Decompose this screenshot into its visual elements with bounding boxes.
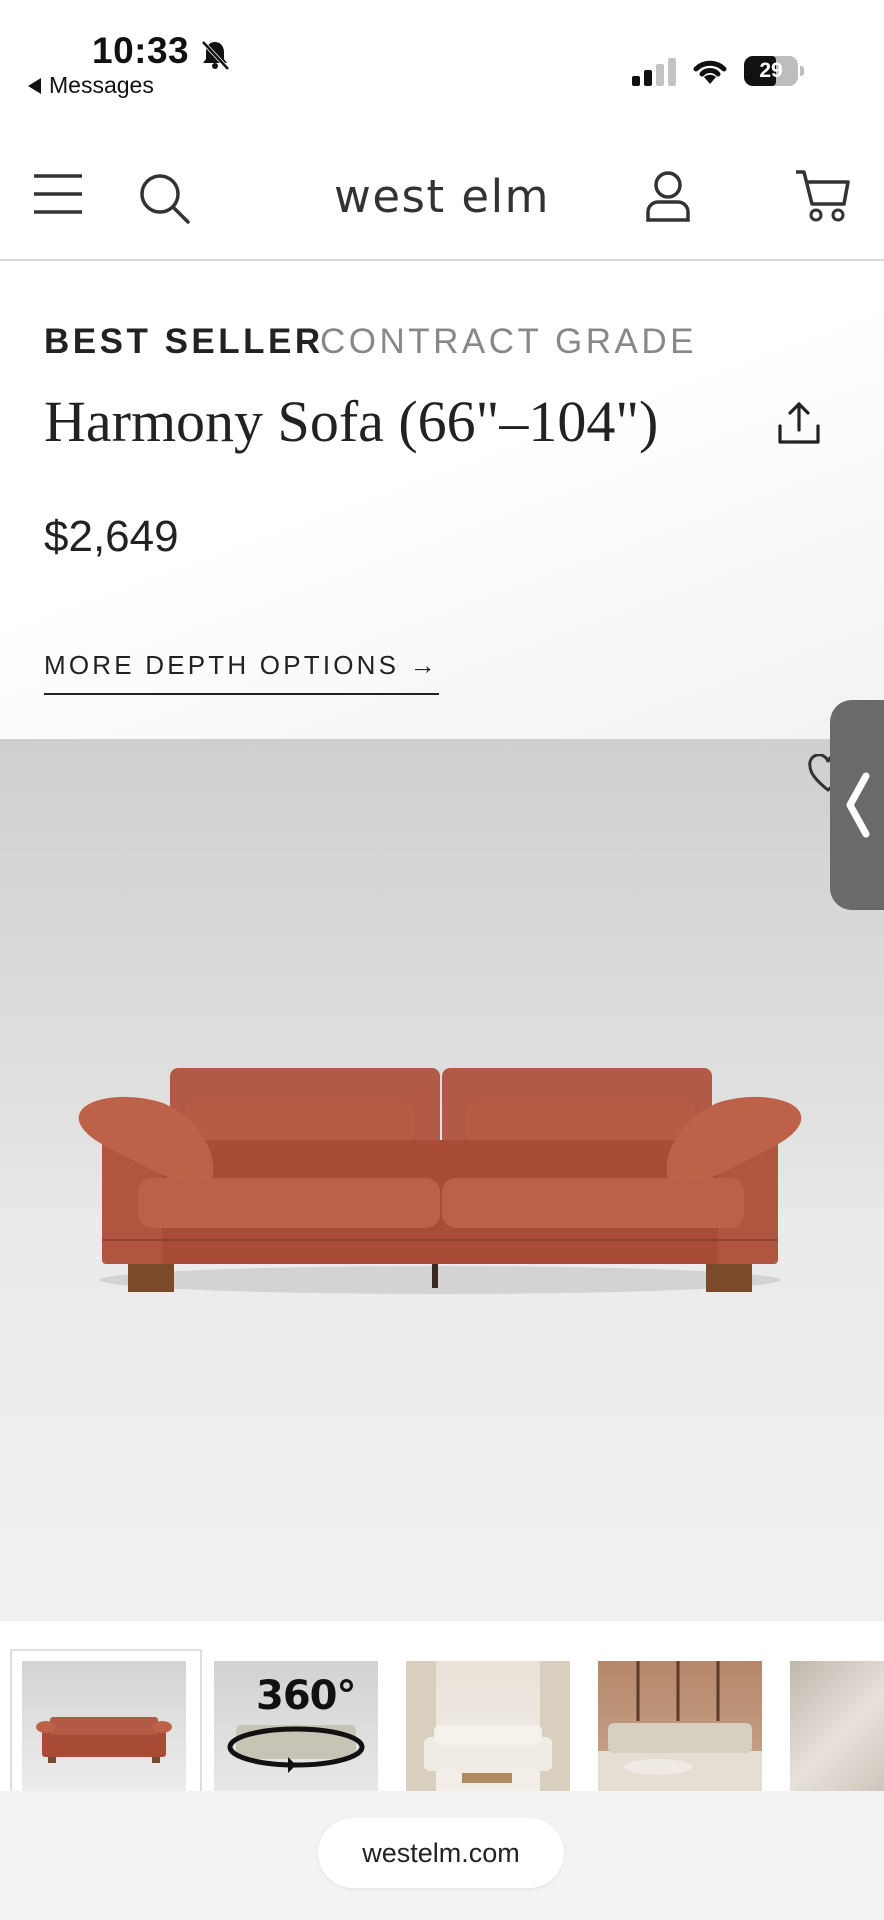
cart-icon[interactable] — [794, 168, 850, 224]
share-icon[interactable] — [774, 398, 824, 448]
url-bar[interactable]: westelm.com — [318, 1818, 564, 1888]
living-room-white-sofa-thumb[interactable] — [406, 1661, 570, 1791]
wifi-icon — [693, 60, 727, 84]
fabric-closeup-thumb[interactable] — [790, 1661, 884, 1791]
status-time: 10:33 — [92, 30, 190, 71]
chevron-left-icon — [846, 772, 870, 838]
selected-thumb-frame — [10, 1649, 202, 1796]
back-to-app-button[interactable]: Messages — [28, 72, 154, 99]
battery-icon: 29 — [744, 56, 806, 86]
product-title: Harmony Sofa (66"–104") — [44, 389, 659, 454]
sofa-image — [78, 1068, 802, 1294]
signal-icon — [632, 58, 676, 86]
account-icon[interactable] — [644, 170, 692, 222]
back-arrow-icon — [28, 77, 41, 94]
battery-level: 29 — [759, 59, 783, 82]
bell-muted-icon — [201, 40, 230, 71]
best-seller-badge: BEST SELLER — [44, 322, 324, 361]
side-panel-handle[interactable] — [830, 700, 884, 910]
site-logo[interactable]: west elm — [0, 170, 884, 223]
more-depth-options-link[interactable]: MORE DEPTH OPTIONS → — [44, 650, 439, 695]
contract-grade-badge: CONTRACT GRADE — [320, 322, 697, 361]
360-view-badge: 360° — [256, 1673, 356, 1719]
living-room-beige-sofa-thumb[interactable] — [598, 1661, 762, 1791]
product-price: $2,649 — [44, 512, 179, 561]
back-app-label: Messages — [49, 72, 154, 98]
sofa-360-thumb[interactable]: 360° — [214, 1661, 378, 1791]
